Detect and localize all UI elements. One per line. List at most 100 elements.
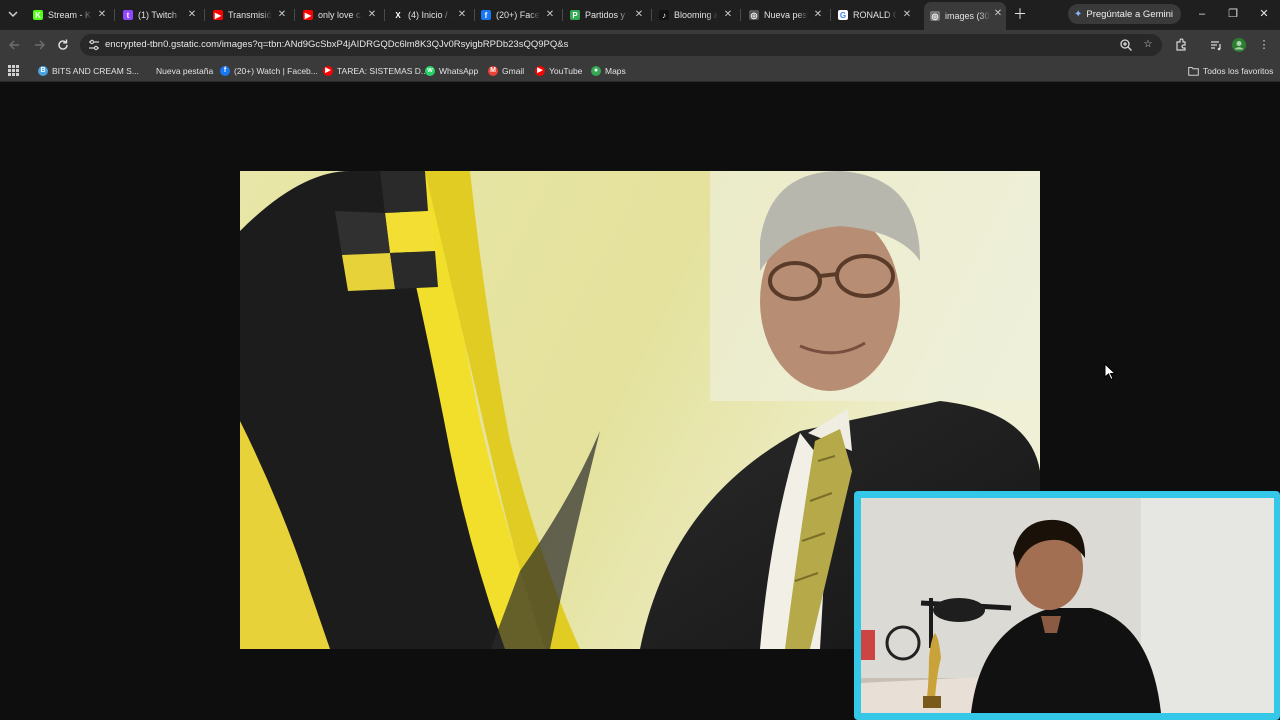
tab[interactable]: X (4) Inicio / X ✕	[390, 3, 470, 27]
tab[interactable]: ♪ Blooming a ✕	[656, 3, 736, 27]
extensions-icon[interactable]	[1172, 36, 1190, 54]
bookmark-item[interactable]: f (20+) Watch | Faceb...	[220, 64, 318, 78]
gemini-button[interactable]: ✦ Pregúntale a Gemini	[1068, 4, 1181, 24]
folder-icon	[1188, 67, 1199, 76]
url-text[interactable]: encrypted-tbn0.gstatic.com/images?q=tbn:…	[105, 39, 568, 50]
globe-icon: ◎	[930, 11, 940, 21]
tab-close-icon[interactable]: ✕	[186, 8, 198, 22]
close-window-button[interactable]: ✕	[1256, 6, 1272, 22]
tab[interactable]: ◎ images (30 ✕	[924, 2, 1006, 30]
tab-close-icon[interactable]: ✕	[901, 8, 913, 22]
tab-title: (4) Inicio / X	[408, 10, 452, 20]
site-info-icon[interactable]	[86, 37, 102, 53]
tab-close-icon[interactable]: ✕	[812, 8, 824, 22]
bookmark-label: BITS AND CREAM S...	[52, 66, 139, 76]
tab[interactable]: K Stream - Ki ✕	[30, 3, 110, 27]
bookmark-label: Maps	[605, 66, 626, 76]
tab-close-icon[interactable]: ✕	[96, 8, 108, 22]
bookmark-item[interactable]: w WhatsApp	[425, 64, 478, 78]
twitch-icon: t	[123, 10, 133, 20]
tab-separator	[294, 9, 295, 21]
address-bar[interactable]: encrypted-tbn0.gstatic.com/images?q=tbn:…	[80, 34, 1162, 56]
media-control-icon[interactable]	[1207, 36, 1225, 54]
back-button[interactable]	[6, 36, 24, 54]
tab-close-icon[interactable]: ✕	[633, 8, 645, 22]
tab[interactable]: G RONALD C ✕	[835, 3, 915, 27]
tab-close-icon[interactable]: ✕	[276, 8, 288, 22]
tab-close-icon[interactable]: ✕	[366, 8, 378, 22]
tab-title: Partidos y r	[585, 10, 629, 20]
tab-title: Stream - Ki	[48, 10, 92, 20]
webcam-overlay	[854, 491, 1280, 720]
bookmark-label: WhatsApp	[439, 66, 479, 76]
restore-button[interactable]: ❐	[1225, 6, 1241, 22]
tab[interactable]: f (20+) Faceb ✕	[478, 3, 558, 27]
bookmark-item[interactable]: ▶ TAREA: SISTEMAS D...	[323, 64, 428, 78]
youtube-icon: ▶	[323, 66, 333, 76]
tiktok-icon: ♪	[659, 10, 669, 20]
tab[interactable]: t (1) Twitch ✕	[120, 3, 200, 27]
bookmark-label: YouTube	[549, 66, 583, 76]
all-bookmarks-label: Todos los favoritos	[1203, 66, 1274, 76]
tab-separator	[474, 9, 475, 21]
whatsapp-icon: w	[425, 66, 435, 76]
bookmark-label: TAREA: SISTEMAS D...	[337, 66, 428, 76]
minimize-button[interactable]: –	[1194, 6, 1210, 22]
more-menu-icon[interactable]: ⋮	[1255, 36, 1273, 54]
maps-icon: ●	[591, 66, 601, 76]
bookmark-label: Nueva pestaña	[156, 66, 214, 76]
all-bookmarks-button[interactable]: Todos los favoritos	[1188, 64, 1273, 78]
tab-title: (20+) Faceb	[496, 10, 540, 20]
zoom-icon[interactable]	[1118, 37, 1134, 53]
bookmarks-bar: B BITS AND CREAM S... Nueva pestaña f (20+) …	[0, 60, 1280, 82]
tab-separator	[384, 9, 385, 21]
tab-close-icon[interactable]: ✕	[544, 8, 556, 22]
tab-close-icon[interactable]: ✕	[722, 8, 734, 22]
tab-close-icon[interactable]: ✕	[456, 8, 468, 22]
reload-icon	[58, 39, 68, 50]
tab-separator	[651, 9, 652, 21]
youtube-icon: ▶	[213, 10, 223, 20]
tab-separator	[830, 9, 831, 21]
bookmark-item[interactable]: ▶ YouTube	[535, 64, 582, 78]
x-icon: X	[393, 10, 403, 20]
youtube-icon: ▶	[303, 10, 313, 20]
tab[interactable]: P Partidos y r ✕	[567, 3, 647, 27]
apps-grid-icon[interactable]	[8, 65, 19, 76]
reload-button[interactable]	[54, 36, 72, 54]
tab[interactable]: ▶ Transmisión ✕	[210, 3, 290, 27]
bookmark-item[interactable]: Nueva pestaña	[156, 64, 213, 78]
tab-title: only love ca	[318, 10, 362, 20]
facebook-icon: f	[481, 10, 491, 20]
tab-strip: K Stream - Ki ✕ t (1) Twitch ✕ ▶ Transmisión ✕ ▶ o…	[0, 0, 1280, 30]
browser-toolbar: encrypted-tbn0.gstatic.com/images?q=tbn:…	[0, 30, 1280, 60]
tab-search-button[interactable]	[4, 5, 22, 23]
youtube-icon: ▶	[535, 66, 545, 76]
new-tab-button[interactable]: ＋	[1012, 6, 1028, 22]
tab[interactable]: ▶ only love ca ✕	[300, 3, 380, 27]
sheets-icon: P	[570, 10, 580, 20]
tab-separator	[204, 9, 205, 21]
bookmark-item[interactable]: ● Maps	[591, 64, 626, 78]
bookmark-item[interactable]: M Gmail	[488, 64, 524, 78]
tab-title: images (30	[945, 11, 990, 21]
kick-icon: K	[33, 10, 43, 20]
bookmark-star-icon[interactable]: ☆	[1140, 37, 1156, 53]
forward-button[interactable]	[30, 36, 48, 54]
tab[interactable]: ◎ Nueva pest ✕	[746, 3, 826, 27]
facebook-icon: f	[220, 66, 230, 76]
bookmark-item[interactable]: B BITS AND CREAM S...	[38, 64, 139, 78]
tab-title: Blooming a	[674, 10, 718, 20]
webcam-video	[861, 498, 1274, 713]
profile-avatar[interactable]	[1230, 36, 1248, 54]
gemini-spark-icon: ✦	[1074, 8, 1083, 20]
tab-separator	[740, 9, 741, 21]
chrome-icon: ◎	[749, 10, 759, 20]
tab-separator	[114, 9, 115, 21]
arrow-right-icon	[35, 40, 45, 50]
gemini-label: Pregúntale a Gemini	[1086, 8, 1173, 20]
arrow-left-icon	[9, 40, 19, 50]
tab-title: Transmisión	[228, 10, 272, 20]
tab-close-icon[interactable]: ✕	[992, 7, 1004, 21]
bookmark-label: Gmail	[502, 66, 525, 76]
